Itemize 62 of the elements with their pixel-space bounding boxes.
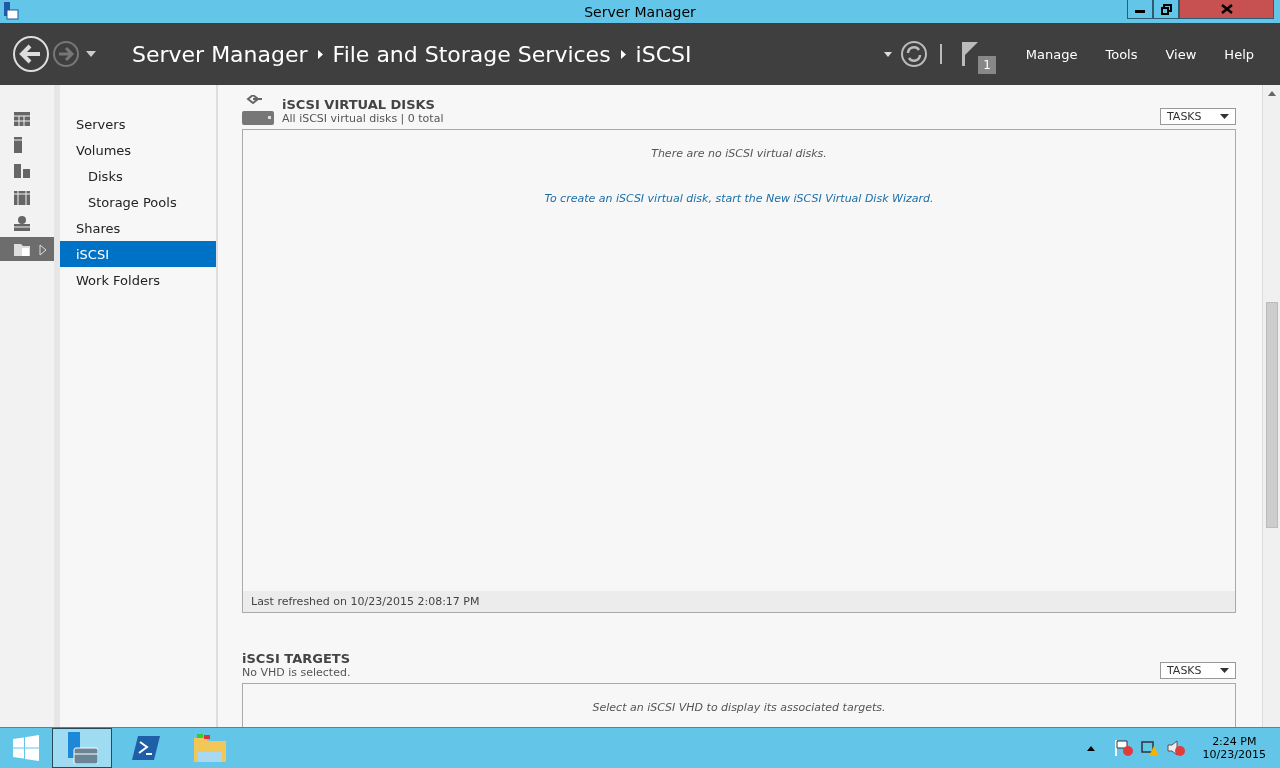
restore-icon — [1160, 3, 1172, 15]
breadcrumb[interactable]: iSCSI — [635, 41, 692, 67]
section-subtitle: All iSCSI virtual disks | 0 total — [282, 112, 444, 125]
folder-icon — [194, 734, 226, 762]
network-warning-icon[interactable] — [1140, 740, 1159, 756]
status-footer: Last refreshed on 10/23/2015 2:08:17 PM — [243, 591, 1235, 612]
nav-item[interactable]: Work Folders — [60, 267, 216, 293]
caret-icon — [1220, 668, 1229, 673]
menu-item[interactable]: Manage — [1011, 46, 1092, 62]
nav-item[interactable]: Disks — [60, 163, 216, 189]
nav-item[interactable]: Shares — [60, 215, 216, 241]
nav-item[interactable]: Servers — [60, 111, 216, 137]
refresh-icon[interactable] — [900, 40, 929, 68]
breadcrumb[interactable]: File and Storage Services — [332, 41, 611, 67]
section-title: iSCSI TARGETS — [242, 651, 351, 666]
server-icon — [14, 137, 22, 153]
wizard-link[interactable]: To create an iSCSI virtual disk, start the New iSCSI Virtual Disk Wizard. — [544, 192, 934, 205]
powershell-icon — [132, 736, 160, 760]
app-icon — [3, 2, 19, 20]
scrollbar[interactable] — [1262, 85, 1280, 727]
notification-badge: 1 — [978, 56, 996, 74]
caret-icon[interactable] — [1086, 745, 1095, 751]
menu-item[interactable]: View — [1151, 46, 1211, 62]
speaker-muted-icon[interactable] — [1166, 740, 1185, 756]
section-title: iSCSI VIRTUAL DISKS — [282, 97, 436, 112]
breadcrumb[interactable]: Server Manager — [132, 41, 308, 67]
nav-item[interactable]: iSCSI — [60, 241, 216, 267]
flag-icon[interactable] — [962, 42, 979, 66]
minimize-button[interactable] — [1127, 0, 1153, 19]
close-button[interactable] — [1179, 0, 1274, 19]
clock-date[interactable]: 10/23/2015 — [1202, 748, 1266, 761]
separator-icon — [620, 49, 626, 59]
menu-item[interactable]: Help — [1210, 46, 1268, 62]
window-title: Server Manager — [583, 3, 697, 20]
menu-item[interactable]: Tools — [1091, 46, 1152, 62]
back-icon[interactable] — [12, 35, 50, 73]
dropdown-icon[interactable] — [884, 51, 893, 57]
taskbar-app[interactable] — [52, 728, 112, 768]
flag-error-icon[interactable] — [1114, 740, 1133, 756]
server-role-icon — [14, 215, 30, 231]
caret-icon — [1220, 114, 1229, 119]
scroll-up-icon[interactable] — [1267, 91, 1276, 96]
clock-time[interactable]: 2:24 PM — [1212, 735, 1257, 748]
dropdown-icon[interactable] — [86, 51, 96, 57]
restore-button[interactable] — [1153, 0, 1179, 19]
server-group-icon — [14, 189, 30, 205]
section-subtitle: No VHD is selected. — [242, 666, 351, 679]
servers-icon — [14, 164, 30, 178]
dashboard-icon — [14, 112, 30, 126]
windows-logo-icon — [13, 735, 39, 761]
tasks-button[interactable]: TASKS — [1160, 662, 1236, 679]
nav-item[interactable]: Storage Pools — [60, 189, 216, 215]
scroll-thumb[interactable] — [1265, 302, 1278, 528]
empty-message: There are no iSCSI virtual disks. — [651, 147, 827, 160]
server-manager-icon — [66, 732, 98, 764]
separator-icon — [317, 49, 323, 59]
file-storage-icon — [14, 242, 46, 256]
rail-item[interactable] — [0, 237, 54, 261]
tasks-button[interactable]: TASKS — [1160, 108, 1236, 125]
close-icon — [1220, 4, 1233, 14]
nav-item[interactable]: Volumes — [60, 137, 216, 163]
empty-message: Select an iSCSI VHD to display its associated targets. — [592, 701, 886, 714]
